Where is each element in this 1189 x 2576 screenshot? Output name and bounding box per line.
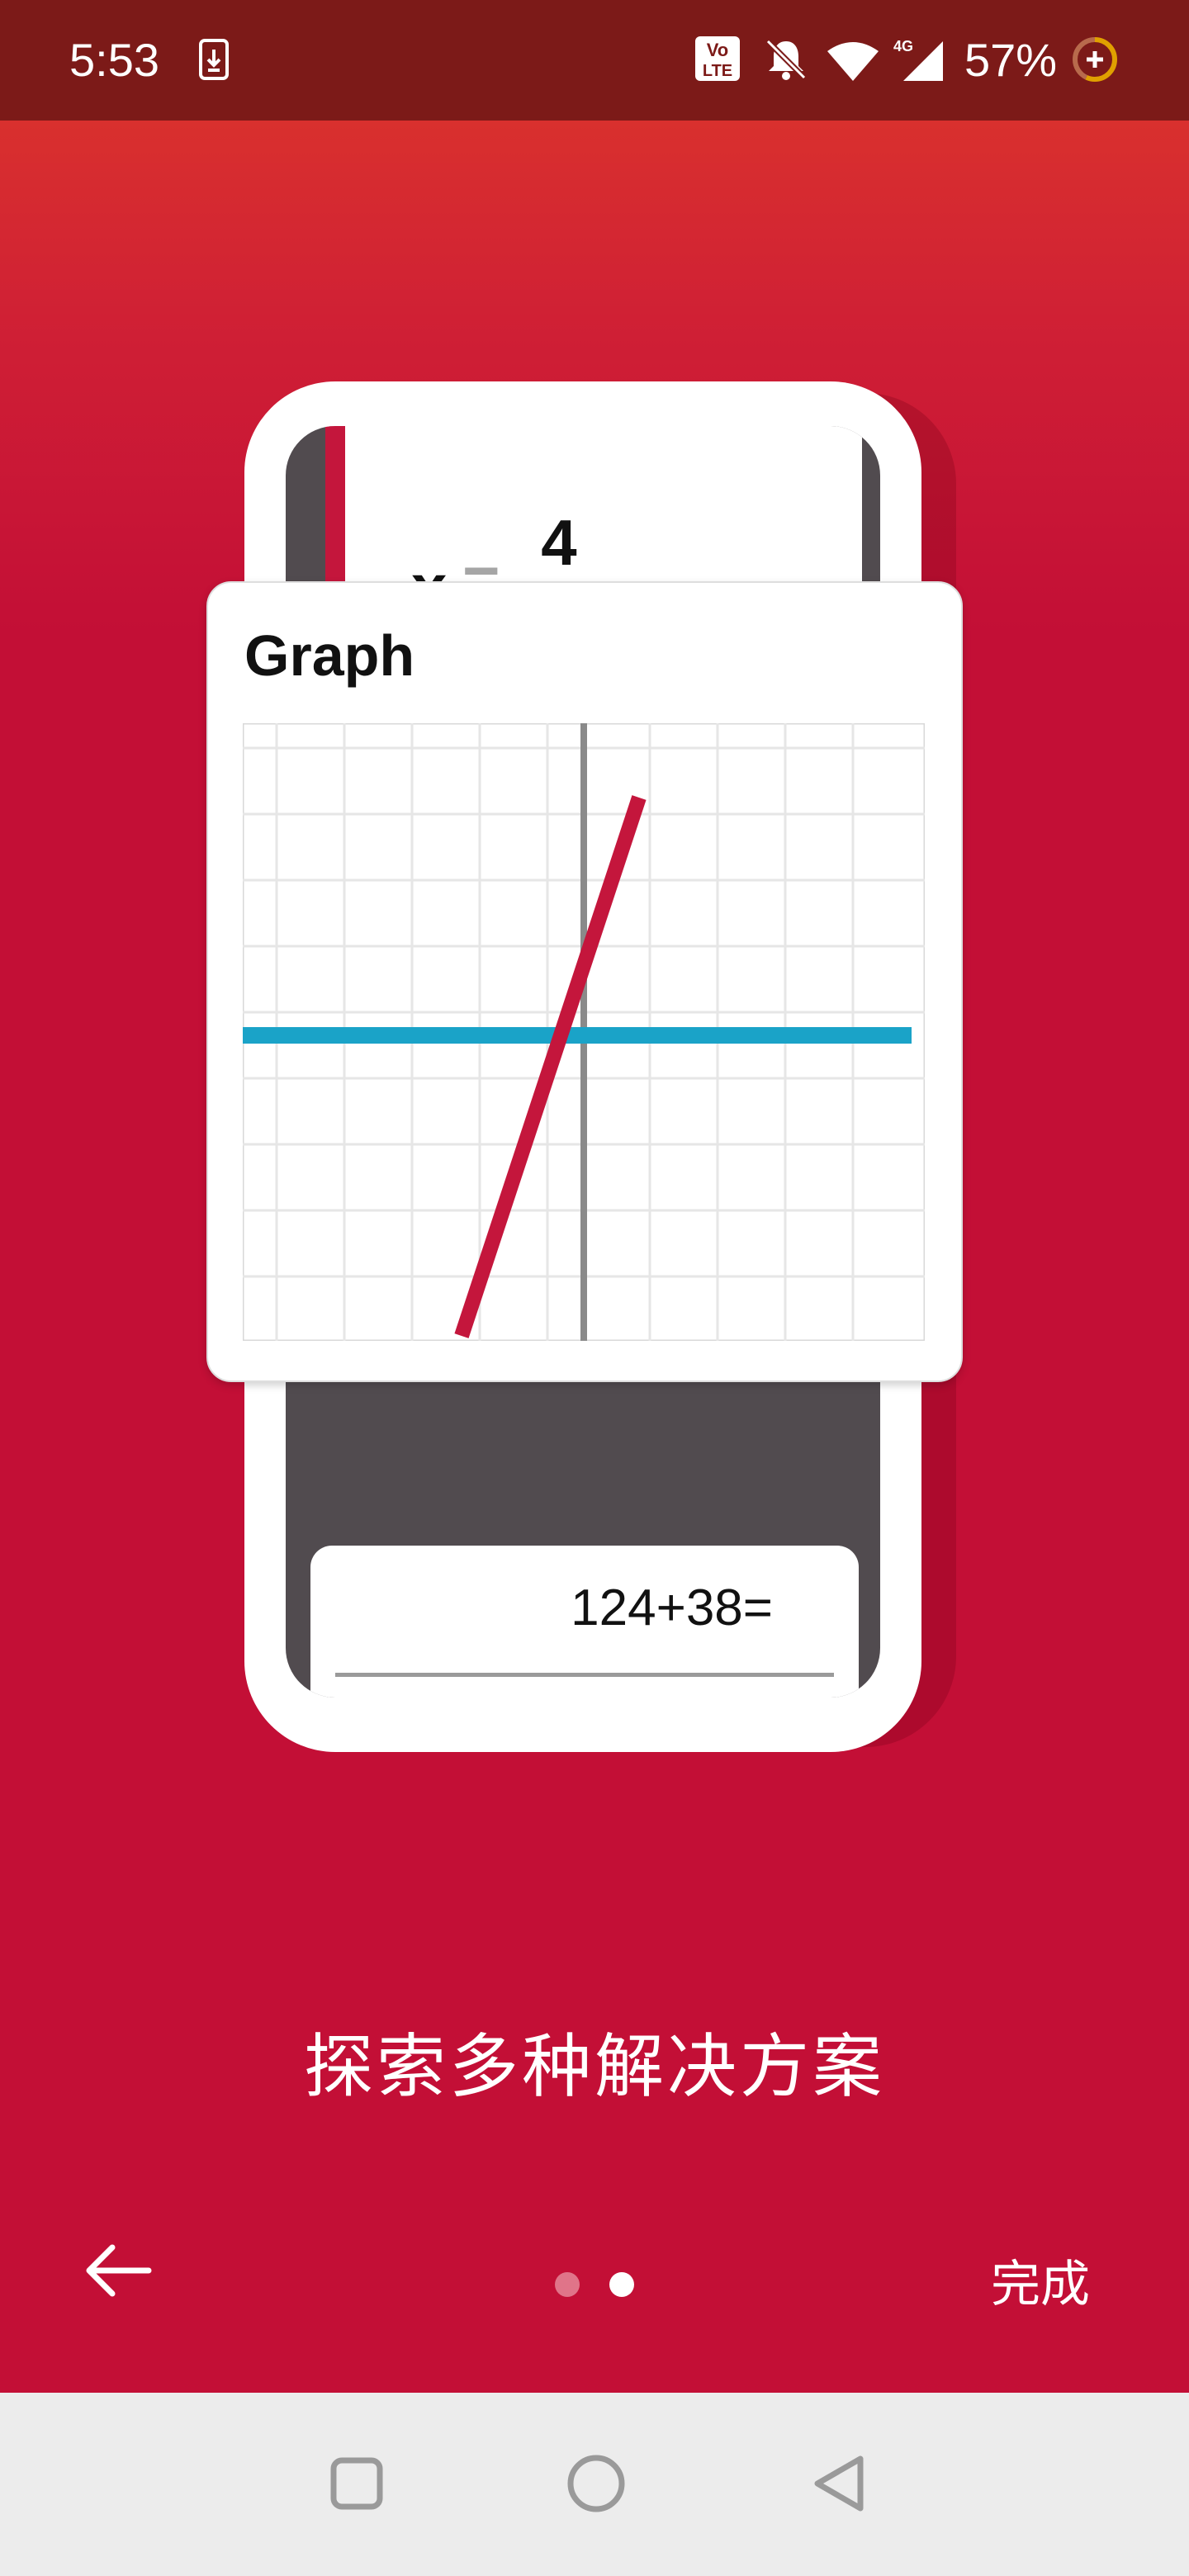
signal-4g-icon: 4G bbox=[893, 38, 943, 81]
battery-saver-icon bbox=[1073, 37, 1117, 82]
network-label: 4G bbox=[893, 38, 913, 54]
status-bar: 5:53 Vo LTE 4G 57% bbox=[0, 0, 1189, 121]
graph-card: Graph bbox=[206, 581, 963, 1382]
done-button[interactable]: 完成 bbox=[991, 2244, 1090, 2316]
battery-percent: 57% bbox=[964, 34, 1058, 86]
status-time: 5:53 bbox=[69, 34, 159, 86]
graph-title: Graph bbox=[244, 623, 415, 688]
volte-label-top: Vo bbox=[707, 40, 728, 60]
bell-off-icon bbox=[765, 39, 807, 80]
system-nav-bar bbox=[0, 2393, 1189, 2576]
back-triangle-icon[interactable] bbox=[809, 2452, 867, 2515]
back-arrow-icon[interactable] bbox=[79, 2231, 159, 2310]
page-indicator-dot-1 bbox=[555, 2272, 580, 2297]
recents-square-icon[interactable] bbox=[327, 2454, 386, 2513]
addition-expression: 124+38= bbox=[571, 1579, 773, 1636]
download-icon bbox=[199, 39, 229, 80]
graph-plot bbox=[243, 723, 925, 1341]
equation-numerator: 4 bbox=[541, 506, 577, 579]
addition-card: 124+38= 124 38 bbox=[310, 1546, 859, 1698]
volte-label-bottom: LTE bbox=[703, 62, 732, 80]
wifi-icon bbox=[827, 42, 879, 81]
onboarding-caption: 探索多种解决方案 bbox=[303, 2028, 885, 2105]
addition-divider bbox=[335, 1673, 834, 1677]
onboarding-page: x = 4 3 124+38= 124 38 Graph bbox=[0, 121, 1189, 2393]
page-indicator-dot-2-active bbox=[609, 2272, 634, 2297]
volte-icon: Vo LTE bbox=[695, 36, 740, 81]
home-circle-icon[interactable] bbox=[565, 2452, 628, 2515]
